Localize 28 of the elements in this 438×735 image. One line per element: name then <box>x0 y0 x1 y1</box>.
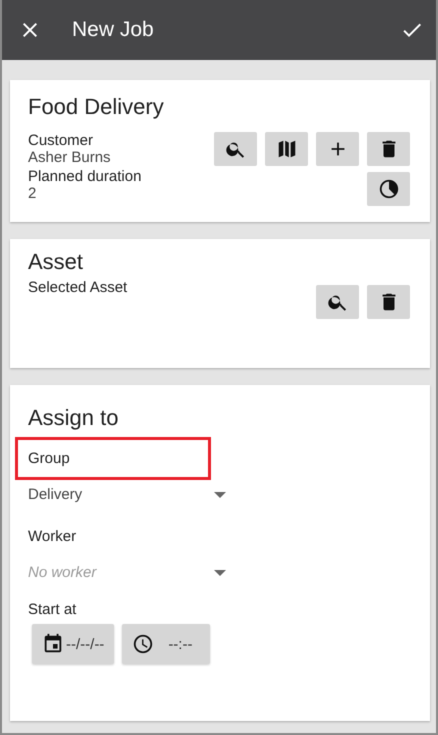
field-label: Worker <box>27 527 78 547</box>
screen-title: New Job <box>72 18 155 42</box>
map-icon <box>276 138 298 160</box>
field-label: Planned duration <box>28 168 142 185</box>
dropdown[interactable]: Delivery <box>28 480 226 509</box>
card-title: Assign to <box>28 405 120 431</box>
pie-icon <box>378 178 400 200</box>
delete-button[interactable] <box>367 285 410 319</box>
card-title: Food Delivery <box>28 94 165 120</box>
delete-button[interactable] <box>367 132 410 166</box>
add-button[interactable] <box>316 132 359 166</box>
duration-button[interactable] <box>367 172 410 206</box>
clock-icon <box>132 633 154 655</box>
time-picker[interactable]: --:-- <box>122 624 210 664</box>
caret-icon <box>214 570 226 576</box>
field-label: Customer <box>28 132 94 149</box>
search-button[interactable] <box>316 285 359 319</box>
field-label: Start at <box>28 601 78 618</box>
field-label: Selected Asset <box>28 279 128 296</box>
field-label: Group <box>15 437 211 480</box>
date-picker[interactable]: --/--/-- <box>32 624 114 664</box>
caret-icon <box>214 492 226 498</box>
card-title: Asset <box>28 249 84 275</box>
field-value: Asher Burns <box>28 149 111 166</box>
map-button[interactable] <box>265 132 308 166</box>
calendar-icon <box>42 633 64 655</box>
field-value: 2 <box>28 185 38 202</box>
search-button[interactable] <box>214 132 257 166</box>
